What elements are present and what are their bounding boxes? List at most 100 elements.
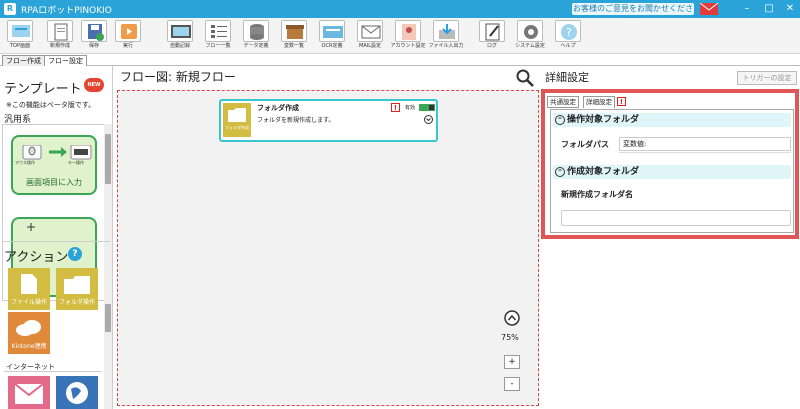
save-icon xyxy=(81,20,107,42)
template-key-label: キー操作 xyxy=(68,160,84,165)
folder-icon xyxy=(64,276,90,294)
top-screen-icon xyxy=(7,20,33,42)
ribbon-label: 変数一覧 xyxy=(283,43,304,49)
cursor-icon xyxy=(27,223,35,231)
flow-diagram-title: フロー図: 新規フロー xyxy=(120,70,236,84)
auto-record-button[interactable]: 自動記録 xyxy=(162,20,198,53)
trigger-settings-button[interactable]: トリガーの設定 xyxy=(737,71,797,85)
node-description: フォルダを新規作成します。 xyxy=(257,117,335,124)
node-title: フォルダ作成 xyxy=(257,104,299,112)
app-window: R RPAロボットPINOKIO お客様のご意見をお聞かせください – □ ✕ … xyxy=(0,0,800,409)
ribbon-label: MAIL設定 xyxy=(359,43,381,49)
template-mouse-label: マウス操作 xyxy=(15,160,35,165)
auto-record-icon xyxy=(167,20,193,42)
enable-toggle[interactable] xyxy=(419,104,435,111)
run-button[interactable]: 実行 xyxy=(110,20,146,53)
new-badge: NEW xyxy=(84,78,104,92)
template-card-screen-input[interactable]: マウス操作 キー操作 画面項目に入力 xyxy=(11,135,97,195)
feedback-link[interactable]: お客様のご意見をお聞かせください xyxy=(572,3,694,25)
mail-icon xyxy=(15,384,43,404)
zoom-in-button[interactable]: + xyxy=(504,355,520,369)
template-scrollbar[interactable] xyxy=(104,124,112,301)
ribbon-label: 実行 xyxy=(122,43,133,49)
detail-settings-title: 詳細設定 xyxy=(545,71,589,84)
account-settings-button[interactable]: アカウント設定 xyxy=(390,20,426,53)
minimize-button[interactable]: – xyxy=(740,2,754,16)
action-help-icon[interactable]: ? xyxy=(68,247,82,261)
folder-icon: フォルダ作成 xyxy=(223,103,251,137)
group-title: 作成対象フォルダ xyxy=(567,167,640,177)
tab-flow-create[interactable]: フロー作成 xyxy=(2,55,45,66)
close-button[interactable]: ✕ xyxy=(783,2,797,16)
collapse-icon[interactable]: ^ xyxy=(555,167,565,177)
new-file-button[interactable]: 新規作成 xyxy=(42,20,78,53)
globe-icon xyxy=(66,382,88,404)
action-file-operation[interactable]: ファイル操作 xyxy=(8,268,50,310)
action-label: Kintone連携 xyxy=(11,343,47,350)
scroll-up-icon[interactable] xyxy=(504,310,520,326)
ribbon-label: ファイル入出力 xyxy=(428,43,464,49)
collapse-icon[interactable]: ^ xyxy=(555,115,565,125)
log-button[interactable]: ログ xyxy=(474,20,510,53)
ocr-definition-button[interactable]: OCR定義 xyxy=(314,20,350,53)
top-screen-button[interactable]: TOP画面 xyxy=(2,20,38,53)
variable-list-icon xyxy=(281,20,307,42)
run-icon xyxy=(115,20,141,42)
mail-icon[interactable] xyxy=(700,3,718,15)
ribbon-label: システム設定 xyxy=(515,43,545,49)
action-scrollbar[interactable] xyxy=(104,284,112,409)
warning-icon: ! xyxy=(391,103,400,112)
action-mail[interactable] xyxy=(8,376,50,409)
action-folder-operation[interactable]: フォルダ操作 xyxy=(56,268,98,310)
gear-icon xyxy=(517,20,543,42)
action-web[interactable] xyxy=(56,376,98,409)
flow-canvas[interactable]: フォルダ作成 フォルダ作成 フォルダを新規作成します。 ! 有効 75% + - xyxy=(117,90,539,406)
ocr-definition-icon xyxy=(319,20,345,42)
action-scroll-thumb[interactable] xyxy=(105,304,111,332)
flow-list-button[interactable]: フロー一覧 xyxy=(200,20,236,53)
toolbar-ribbon: TOP画面 新規作成 保存 実行 自動記録 フロー一覧 データ定義 変数一覧 O… xyxy=(0,18,800,54)
ribbon-label: データ定義 xyxy=(243,43,269,49)
tab-common-settings[interactable]: 共通設定 xyxy=(547,96,579,108)
detail-settings-body: ^ 操作対象フォルダ フォルダパス 変数値: ^ 作成対象フォルダ 新規作成フォ… xyxy=(550,109,794,233)
flow-node-create-folder[interactable]: フォルダ作成 フォルダ作成 フォルダを新規作成します。 ! 有効 xyxy=(219,99,438,142)
detail-settings-panel: 詳細設定 トリガーの設定 共通設定 詳細設定 ! ^ 操作対象フォルダ フォルダ… xyxy=(541,66,800,409)
template-card-label: 画面項目に入力 xyxy=(26,178,82,187)
folder-path-input[interactable]: 変数値: xyxy=(619,137,791,151)
flow-list-icon xyxy=(205,20,231,42)
file-io-button[interactable]: ファイル入出力 xyxy=(428,20,464,53)
enabled-label: 有効 xyxy=(405,105,416,111)
ribbon-label: ログ xyxy=(486,43,497,49)
tab-detail-settings[interactable]: 詳細設定 xyxy=(583,96,615,108)
group-target-folder[interactable]: ^ 操作対象フォルダ xyxy=(553,113,791,127)
search-icon[interactable] xyxy=(516,69,534,87)
system-settings-button[interactable]: システム設定 xyxy=(512,20,548,53)
action-title: アクション xyxy=(4,250,69,265)
maximize-button[interactable]: □ xyxy=(762,2,776,16)
tab-flow-settings[interactable]: フロー設定 xyxy=(44,55,87,66)
action-kintone[interactable]: Kintone連携 xyxy=(8,312,50,354)
variable-list-button[interactable]: 変数一覧 xyxy=(276,20,312,53)
save-button[interactable]: 保存 xyxy=(76,20,112,53)
file-io-icon xyxy=(433,20,459,42)
node-icon-label: フォルダ作成 xyxy=(225,125,249,130)
ribbon-label: ヘルプ xyxy=(560,43,576,49)
log-icon xyxy=(479,20,505,42)
mail-settings-button[interactable]: MAIL設定 xyxy=(352,20,388,53)
new-folder-name-input[interactable] xyxy=(561,210,791,226)
chevron-down-icon[interactable] xyxy=(424,115,433,124)
data-definition-icon xyxy=(243,20,269,42)
zoom-out-button[interactable]: - xyxy=(504,377,520,391)
help-button[interactable]: ? ヘルプ xyxy=(550,20,586,53)
ribbon-label: 保存 xyxy=(88,43,99,49)
group-create-folder[interactable]: ^ 作成対象フォルダ xyxy=(553,165,791,179)
ribbon-label: 自動記録 xyxy=(169,43,190,49)
template-scroll-thumb[interactable] xyxy=(105,134,111,184)
divider xyxy=(619,152,791,153)
action-label: フォルダ操作 xyxy=(58,299,95,306)
warning-icon: ! xyxy=(617,97,626,106)
data-definition-button[interactable]: データ定義 xyxy=(238,20,274,53)
app-title: RPAロボットPINOKIO xyxy=(21,5,112,16)
action-label: ファイル操作 xyxy=(10,299,47,306)
title-bar: R RPAロボットPINOKIO お客様のご意見をお聞かせください – □ ✕ xyxy=(0,0,800,25)
